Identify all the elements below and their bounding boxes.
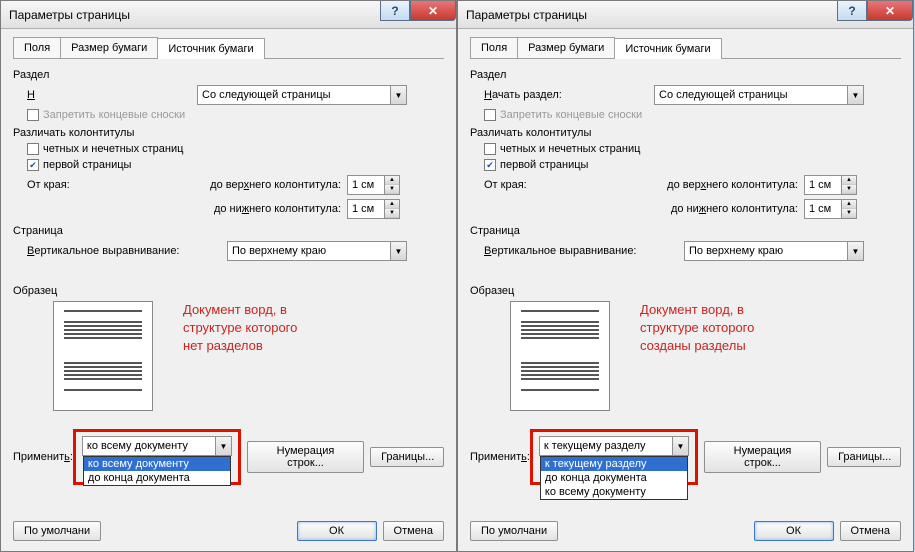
apply-dropdown-list[interactable]: ко всему документу до конца документа (83, 456, 231, 486)
valign-label: Вертикальное выравнивание: (27, 245, 227, 257)
chevron-down-icon: ▼ (215, 437, 231, 455)
tabstrip: Поля Размер бумаги Источник бумаги (13, 37, 444, 59)
apply-select[interactable]: ко всему документу▼ ко всему документу д… (82, 436, 232, 456)
suppress-endnotes-checkbox: Запретить концевые сноски (27, 109, 444, 121)
valign-select[interactable]: По верхнему краю▼ (227, 241, 407, 261)
apply-dropdown-list[interactable]: к текущему разделу до конца документа ко… (540, 456, 688, 500)
section-start-label: Начать раздел: (484, 89, 654, 101)
apply-label: Применить: (470, 451, 530, 463)
page-heading: Страница (13, 225, 444, 237)
chevron-down-icon: ▼ (847, 242, 863, 260)
first-page-checkbox[interactable]: ✔первой страницы (484, 159, 901, 171)
first-page-checkbox[interactable]: ✔первой страницы (27, 159, 444, 171)
apply-select[interactable]: к текущему разделу▼ к текущему разделу д… (539, 436, 689, 456)
cancel-button[interactable]: Отмена (840, 521, 901, 541)
ok-button[interactable]: ОК (754, 521, 834, 541)
close-button[interactable]: ✕ (867, 1, 913, 21)
highlight-box: к текущему разделу▼ к текущему разделу д… (530, 429, 698, 485)
header-dist-spinner[interactable]: ▲▼ (347, 175, 400, 195)
chevron-down-icon: ▼ (390, 86, 406, 104)
footer-dist-spinner[interactable]: ▲▼ (347, 199, 400, 219)
preview-pane (53, 301, 153, 411)
cancel-button[interactable]: Отмена (383, 521, 444, 541)
annotation-text: Документ ворд, в структуре которого нет … (183, 301, 297, 355)
chevron-down-icon: ▼ (390, 242, 406, 260)
footer-dist-label: до нижнего колонтитула: (654, 203, 804, 215)
odd-even-checkbox[interactable]: четных и нечетных страниц (484, 143, 901, 155)
tab-paper-size[interactable]: Размер бумаги (60, 37, 158, 58)
sample-heading: Образец (13, 285, 444, 297)
page-setup-dialog: Параметры страницы ? ✕ Поля Размер бумаг… (0, 0, 457, 552)
valign-select[interactable]: По верхнему краю▼ (684, 241, 864, 261)
valign-label: Вертикальное выравнивание: (484, 245, 684, 257)
headers-heading: Различать колонтитулы (470, 127, 901, 139)
section-start-label: Н (27, 89, 197, 101)
sample-heading: Образец (470, 285, 901, 297)
tab-paper-size[interactable]: Размер бумаги (517, 37, 615, 58)
titlebar[interactable]: Параметры страницы ? ✕ (458, 1, 913, 29)
chevron-down-icon: ▼ (672, 437, 688, 455)
close-button[interactable]: ✕ (410, 1, 456, 21)
page-setup-dialog: Параметры страницы ? ✕ Поля Размер бумаг… (457, 0, 914, 552)
apply-label: Применить: (13, 451, 73, 463)
titlebar[interactable]: Параметры страницы ? ✕ (1, 1, 456, 29)
from-edge-label: От края: (27, 179, 197, 191)
suppress-endnotes-checkbox: Запретить концевые сноски (484, 109, 901, 121)
window-title: Параметры страницы (9, 8, 130, 22)
tabstrip: Поля Размер бумаги Источник бумаги (470, 37, 901, 59)
preview-pane (510, 301, 610, 411)
tab-paper-source[interactable]: Источник бумаги (157, 38, 264, 59)
page-heading: Страница (470, 225, 901, 237)
section-start-select[interactable]: Со следующей страницы▼ (197, 85, 407, 105)
borders-button[interactable]: Границы... (827, 447, 901, 467)
defaults-button[interactable]: По умолчани (13, 521, 101, 541)
chevron-down-icon: ▼ (847, 86, 863, 104)
headers-heading: Различать колонтитулы (13, 127, 444, 139)
borders-button[interactable]: Границы... (370, 447, 444, 467)
window-title: Параметры страницы (466, 8, 587, 22)
footer-dist-label: до нижнего колонтитула: (197, 203, 347, 215)
from-edge-label: От края: (484, 179, 654, 191)
section-heading: Раздел (470, 69, 901, 81)
line-numbers-button[interactable]: Нумерация строк... (704, 441, 821, 473)
help-button[interactable]: ? (380, 1, 410, 21)
tab-paper-source[interactable]: Источник бумаги (614, 38, 721, 59)
odd-even-checkbox[interactable]: четных и нечетных страниц (27, 143, 444, 155)
footer-dist-spinner[interactable]: ▲▼ (804, 199, 857, 219)
header-dist-label: до верхнего колонтитула: (654, 179, 804, 191)
defaults-button[interactable]: По умолчани (470, 521, 558, 541)
tab-fields[interactable]: Поля (13, 37, 61, 58)
section-start-select[interactable]: Со следующей страницы▼ (654, 85, 864, 105)
annotation-text: Документ ворд, в структуре которого созд… (640, 301, 754, 355)
section-heading: Раздел (13, 69, 444, 81)
header-dist-label: до верхнего колонтитула: (197, 179, 347, 191)
highlight-box: ко всему документу▼ ко всему документу д… (73, 429, 241, 485)
tab-fields[interactable]: Поля (470, 37, 518, 58)
help-button[interactable]: ? (837, 1, 867, 21)
line-numbers-button[interactable]: Нумерация строк... (247, 441, 364, 473)
header-dist-spinner[interactable]: ▲▼ (804, 175, 857, 195)
ok-button[interactable]: ОК (297, 521, 377, 541)
